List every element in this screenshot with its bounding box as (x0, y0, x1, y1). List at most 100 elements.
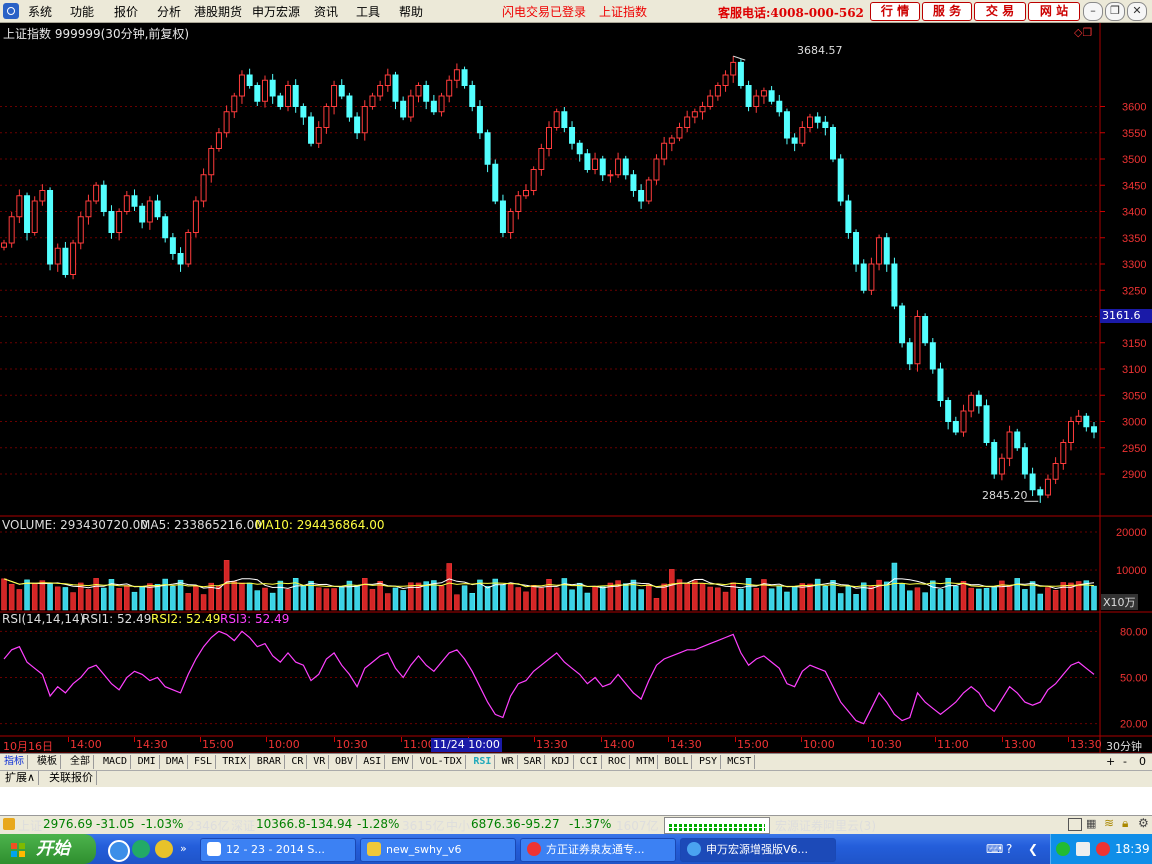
indicator-tab-trix[interactable]: TRIX (219, 755, 251, 769)
security-icon[interactable] (1056, 842, 1070, 856)
indicator-tab-全部[interactable]: 全部 (67, 755, 94, 769)
kline-chart[interactable]: 2900295030003050310031503200325033003350… (0, 23, 1152, 753)
server-name[interactable]: 宏源证券阿里云(3) (775, 817, 876, 834)
indicator-tab-cci[interactable]: CCI (577, 755, 602, 769)
volume-tick-label: 20000 (1116, 527, 1147, 539)
volume-bar (300, 585, 307, 611)
menu-analysis[interactable]: 分析 (157, 3, 181, 20)
website-button[interactable]: 网 站 (1028, 2, 1080, 21)
indicator-tab-cr[interactable]: CR (288, 755, 308, 769)
candle-body (1037, 489, 1044, 496)
menu-help[interactable]: 帮助 (399, 3, 423, 20)
menu-function[interactable]: 功能 (70, 3, 94, 20)
expand-toggle[interactable]: 扩展∧ (2, 771, 40, 785)
related-quote-tab[interactable]: 关联报价 (46, 771, 97, 785)
indicator-tab-brar[interactable]: BRAR (254, 755, 285, 769)
task-swhy[interactable]: 申万宏源增强版V6... (680, 838, 836, 862)
candle-body (1067, 421, 1074, 443)
time-axis-tick (68, 737, 69, 742)
indicator-tab-macd[interactable]: MACD (100, 755, 132, 769)
close-icon[interactable]: ✕ (1127, 2, 1147, 21)
tray-expand-icon[interactable]: ❮ (1028, 842, 1038, 856)
time-axis-label: 10:00 (268, 738, 300, 751)
service-button[interactable]: 服 务 (922, 2, 972, 21)
indicator-tab-kdj[interactable]: KDJ (549, 755, 574, 769)
menu-swhy[interactable]: 申万宏源 (252, 3, 300, 20)
candle-body (423, 85, 430, 102)
time-axis-label: 14:00 (70, 738, 102, 751)
ie-icon[interactable] (108, 840, 130, 862)
signal-icon[interactable]: ≋ (1104, 816, 1114, 830)
antivirus-icon[interactable] (1096, 842, 1110, 856)
indicator-tab-obv[interactable]: OBV (332, 755, 358, 769)
indicator-tab-fsl[interactable]: FSL (191, 755, 217, 769)
task-folder[interactable]: new_swhy_v6 (360, 838, 516, 862)
chrome-icon[interactable] (155, 840, 173, 858)
indicator-tab-指标[interactable]: 指标 (1, 755, 28, 769)
candle-body (185, 232, 192, 265)
volume-bar (200, 594, 207, 611)
clock[interactable]: 18:39 (1115, 842, 1150, 856)
volume-bar (254, 590, 261, 611)
indicator-tab-dmi[interactable]: DMI (135, 755, 160, 769)
candle-body (753, 95, 760, 107)
market-button[interactable]: 行 情 (870, 2, 920, 21)
indicator-tab-asi[interactable]: ASI (360, 755, 386, 769)
indicator-tab-wr[interactable]: WR (499, 755, 518, 769)
quicklaunch-more-icon[interactable]: » (180, 842, 187, 855)
app-logo-icon[interactable] (3, 3, 19, 19)
menu-news[interactable]: 资讯 (314, 3, 338, 20)
keyboard-icon[interactable]: ▦ (1086, 817, 1096, 830)
menu-hk-futures[interactable]: 港股期货 (194, 3, 242, 20)
indicator-tab-rsi[interactable]: RSI (470, 755, 496, 769)
indicator-tab-sar[interactable]: SAR (520, 755, 546, 769)
quote-lock-icon[interactable] (3, 818, 15, 830)
indicator-tab-emv[interactable]: EMV (388, 755, 414, 769)
indicator-tab-vol-tdx[interactable]: VOL-TDX (417, 755, 466, 769)
candle-body (24, 195, 31, 233)
candle-body (622, 158, 629, 176)
quote-settings-icon[interactable] (1068, 818, 1082, 831)
indicator-tab-模板[interactable]: 模板 (34, 755, 61, 769)
reset-button[interactable]: 0 (1139, 755, 1146, 768)
sh-index-link[interactable]: 上证指数 (599, 3, 647, 20)
flash-trade-link[interactable]: 闪电交易已登录 (502, 3, 586, 20)
candle-body (914, 316, 921, 365)
zoom-in-button[interactable]: + (1106, 755, 1115, 768)
sme-index-name[interactable]: 中小 (446, 817, 470, 834)
candle-body (300, 106, 307, 118)
indicator-tab-psy[interactable]: PSY (696, 755, 722, 769)
task-video[interactable]: 12 - 23 - 2014 S... (200, 838, 356, 862)
sz-index-amount: 3615亿 (402, 819, 445, 833)
cog-icon[interactable]: ⚙ (1138, 816, 1149, 830)
rsi-tick-label: 20.00 (1120, 719, 1148, 731)
indicator-tab-vr[interactable]: VR (310, 755, 330, 769)
candle-body (453, 69, 460, 81)
last-price-tag: 3161.6 (1100, 309, 1152, 323)
indicator-tab-mcst[interactable]: MCST (724, 755, 756, 769)
volume-bar (553, 587, 560, 611)
menu-system[interactable]: 系统 (28, 3, 52, 20)
menu-tools[interactable]: 工具 (356, 3, 380, 20)
volume-bar (576, 582, 583, 611)
chart-window-icons[interactable]: ◇❐ (1074, 26, 1092, 39)
task-founder[interactable]: 方正证券泉友通专... (520, 838, 676, 862)
menu-quote[interactable]: 报价 (114, 3, 138, 20)
indicator-tab-mtm[interactable]: MTM (633, 755, 659, 769)
show-desktop-icon[interactable] (132, 840, 150, 858)
candle-body (991, 442, 998, 475)
volume-bar (124, 585, 130, 611)
minimize-icon[interactable]: – (1083, 2, 1103, 21)
help-icon[interactable]: ? (1006, 842, 1012, 856)
zoom-out-button[interactable]: - (1123, 755, 1127, 768)
restore-icon[interactable]: ❐ (1105, 2, 1125, 21)
trade-button[interactable]: 交 易 (974, 2, 1026, 21)
indicator-tab-dma[interactable]: DMA (163, 755, 188, 769)
language-icon[interactable]: ⌨ (986, 842, 1003, 856)
lock-icon[interactable]: 🔒︎ (1122, 816, 1128, 831)
indicator-tab-roc[interactable]: ROC (605, 755, 631, 769)
indicator-tab-boll[interactable]: BOLL (661, 755, 693, 769)
sh-index-name[interactable]: 上证 (18, 817, 42, 834)
shield-icon[interactable] (1076, 842, 1090, 856)
sz-index-name[interactable]: 深证 (231, 817, 255, 834)
